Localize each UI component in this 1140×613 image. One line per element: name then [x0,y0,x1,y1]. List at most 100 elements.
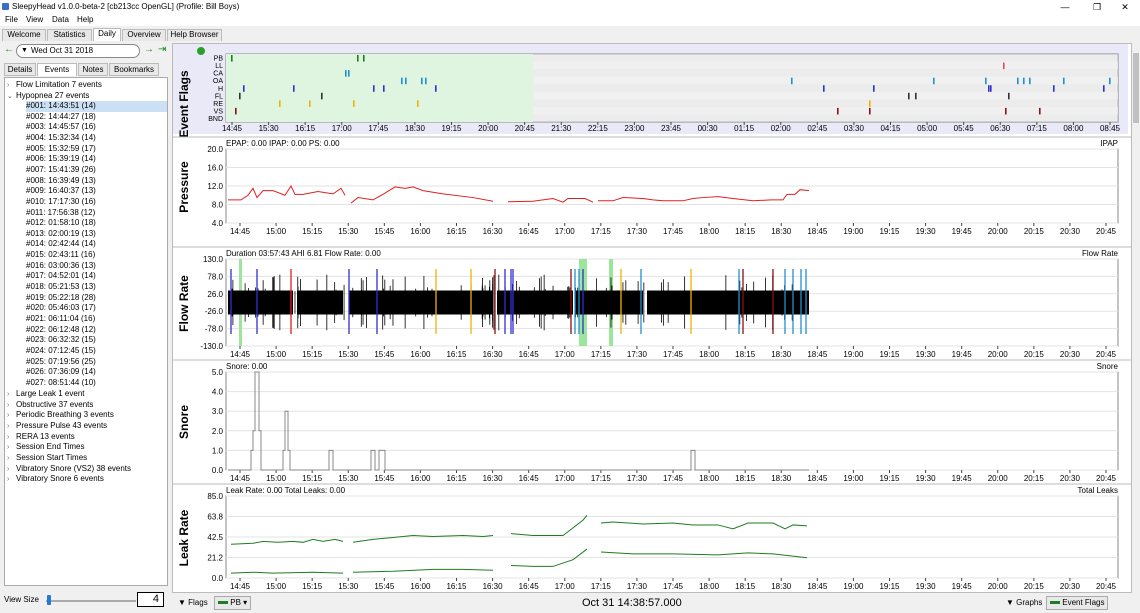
menu-data[interactable]: Data [52,15,69,24]
hypopnea-event-item[interactable]: #009: 16:40:37 (13) [26,186,167,197]
hypopnea-event-item[interactable]: #016: 03:00:36 (13) [26,261,167,272]
flag-mark [823,85,825,92]
x-tick-label: 19:00 [843,474,864,483]
tab-notes[interactable]: Notes [78,63,108,76]
tab-welcome[interactable]: Welcome [2,29,46,41]
hypopnea-event-item[interactable]: #012: 01:58:10 (18) [26,218,167,229]
graphs-canvas[interactable]: PBLLCAOAHFLREVSBND Event Flags 14:45 15:30 1… [173,44,1133,594]
view-size-spinbox[interactable]: 4 [137,592,164,607]
tree-item-group[interactable]: › Session Start Times [7,453,87,463]
next-day-arrow-icon[interactable]: → [144,44,154,55]
flag-mark [985,77,987,85]
flag-row-label: LL [215,63,223,70]
flag-axis-label: 05:00 [917,124,938,133]
date-picker[interactable]: Wed Oct 31 2018 [16,44,140,58]
tree-item-group[interactable]: › Obstructive 37 events [7,400,93,410]
scrollbar-thumb[interactable] [1133,53,1139,123]
x-tick-label: 18:00 [699,474,720,483]
menu-file[interactable]: File [5,15,18,24]
hypopnea-event-item[interactable]: #022: 06:12:48 (12) [26,325,167,336]
y-tick-label: 4.0 [212,388,224,397]
graphs-scrollbar[interactable] [1132,43,1140,593]
flag-select[interactable]: PB ▾ [214,596,252,610]
flag-mark [1029,77,1031,85]
y-tick-label: 5.0 [212,368,224,377]
tab-details[interactable]: Details [4,63,36,76]
tab-events[interactable]: Events [37,63,77,76]
flag-row-label: VS [214,108,224,115]
tree-item-group[interactable]: › RERA 13 events [7,432,75,442]
x-tick-label: 19:45 [952,350,973,359]
flag-axis-label: 16:15 [295,124,316,133]
minimize-button[interactable]: — [1050,0,1080,14]
x-tick-label: 20:15 [1024,350,1045,359]
tree-item-group[interactable]: › Large Leak 1 event [7,389,85,399]
close-button[interactable]: ✕ [1110,0,1140,14]
hypopnea-event-item[interactable]: #002: 14:44:27 (18) [26,112,167,123]
flag-mark [873,85,875,92]
x-tick-label: 20:15 [1024,582,1045,591]
tree-item-group[interactable]: › Session End Times [7,442,84,452]
sidebar-tabs: Details Events Notes Bookmarks [4,63,168,76]
hypopnea-event-item[interactable]: #019: 05:22:18 (28) [26,293,167,304]
hypopnea-event-item[interactable]: #018: 05:21:53 (13) [26,282,167,293]
x-tick-label: 17:45 [663,582,684,591]
hypopnea-event-item[interactable]: #013: 02:00:19 (13) [26,229,167,240]
x-tick-label: 17:45 [663,227,684,236]
y-tick-label: 21.2 [207,554,223,563]
menu-view[interactable]: View [26,15,43,24]
hypopnea-event-item[interactable]: #003: 14:45:57 (16) [26,122,167,133]
hypopnea-event-item[interactable]: #027: 08:51:44 (10) [26,378,167,389]
hypopnea-event-item[interactable]: #014: 02:42:44 (14) [26,239,167,250]
hypopnea-event-item[interactable]: #005: 15:32:59 (17) [26,144,167,155]
x-tick-label: 17:15 [591,227,612,236]
hypopnea-event-item[interactable]: #023: 06:32:32 (15) [26,335,167,346]
tree-item-group[interactable]: › Periodic Breathing 3 events [7,410,114,420]
hypopnea-event-item[interactable]: #008: 16:39:49 (13) [26,176,167,187]
tab-bookmarks[interactable]: Bookmarks [109,63,159,76]
cursor-datetime: Oct 31 14:38:57.000 [582,597,682,609]
x-tick-label: 15:45 [374,350,395,359]
hypopnea-event-item[interactable]: #004: 15:32:34 (14) [26,133,167,144]
hypopnea-event-item[interactable]: #020: 05:46:03 (17) [26,303,167,314]
snore-plot [225,371,1119,471]
flag-axis-label: 22:15 [588,124,609,133]
hypopnea-event-item[interactable]: #001: 14:43:51 (14) [26,101,167,112]
hypopnea-event-item[interactable]: #011: 17:56:38 (12) [26,208,167,219]
chevron-right-icon: › [7,433,10,441]
restore-button[interactable]: ❐ [1082,0,1112,14]
x-tick-label: 15:45 [374,227,395,236]
flag-row-band [533,61,1118,70]
tree-item-flow-limitation[interactable]: › Flow Limitation 7 events [7,80,102,90]
tab-daily[interactable]: Daily [93,28,121,41]
tree-item-group[interactable]: › Vibratory Snore 6 events [7,474,104,484]
tab-help-browser[interactable]: Help Browser [167,29,222,41]
prev-day-arrow-icon[interactable]: ← [4,44,14,55]
hypopnea-event-item[interactable]: #010: 17:17:30 (16) [26,197,167,208]
menu-help[interactable]: Help [77,15,93,24]
hypopnea-event-item[interactable]: #025: 07:19:56 (25) [26,357,167,368]
latest-day-icon[interactable]: ⇥ [158,44,166,55]
y-tick-label: 16.0 [207,164,223,173]
hypopnea-event-item[interactable]: #015: 02:43:11 (16) [26,250,167,261]
tree-item-hypopnea[interactable]: ⌄ Hypopnea 27 events [7,91,89,101]
x-tick-label: 15:30 [338,227,359,236]
hypopnea-event-item[interactable]: #021: 06:11:04 (16) [26,314,167,325]
hypopnea-event-item[interactable]: #017: 04:52:01 (14) [26,271,167,282]
tree-item-group[interactable]: › Vibratory Snore (VS2) 38 events [7,464,131,474]
hypopnea-event-item[interactable]: #024: 07:12:45 (15) [26,346,167,357]
graphs-dropdown[interactable]: ▼ Graphs [1006,598,1042,607]
tab-overview[interactable]: Overview [122,29,166,41]
x-tick-label: 15:45 [374,474,395,483]
view-size-slider-thumb[interactable] [47,595,51,605]
flag-mark [235,107,237,115]
flags-toggle[interactable]: ▼ Flags [178,598,208,607]
hypopnea-event-item[interactable]: #007: 15:41:39 (26) [26,165,167,176]
hypopnea-event-item[interactable]: #026: 07:36:09 (14) [26,367,167,378]
tree-item-group[interactable]: › Pressure Pulse 43 events [7,421,107,431]
view-size-slider[interactable] [46,600,136,602]
x-tick-label: 15:15 [302,350,323,359]
event-flags-select[interactable]: Event Flags [1046,596,1109,610]
hypopnea-event-item[interactable]: #006: 15:39:19 (14) [26,154,167,165]
tab-statistics[interactable]: Statistics [47,29,92,41]
